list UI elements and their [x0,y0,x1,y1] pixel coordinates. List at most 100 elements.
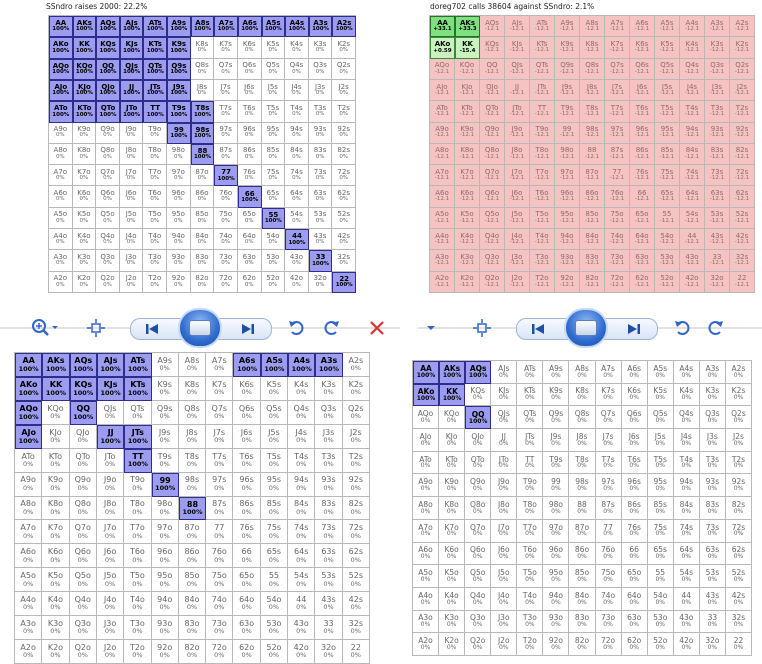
hand-cell-97s[interactable]: 97s -12.1 [605,122,630,144]
hand-cell-76o[interactable]: 76o 0% [206,544,234,569]
hand-cell-jj[interactable]: JJ 100% [96,424,125,449]
hand-cell-97s[interactable]: 97s 0% [206,472,234,497]
hand-cell-82s[interactable]: 82s 0% [332,143,356,166]
hand-cell-ako[interactable]: AKo 100% [49,37,73,59]
hand-cell-ajs[interactable]: AJs -12.1 [505,16,530,38]
hand-cell-72o[interactable]: 72o -12.1 [605,271,630,293]
hand-cell-75s[interactable]: 75s 0% [261,165,286,187]
hand-cell-j9o[interactable]: J9o 0% [491,474,518,498]
hand-cell-k9o[interactable]: K9o 0% [72,122,97,144]
hand-cell-t6s[interactable]: T6s 0% [621,451,648,475]
hand-cell-97o[interactable]: 97o 0% [543,519,570,543]
hand-cell-j7s[interactable]: J7s -12.1 [605,79,630,102]
hand-cell-q7s[interactable]: Q7s 0% [206,400,234,425]
hand-cell-t7s[interactable]: T7s -12.1 [605,101,630,123]
hand-cell-65o[interactable]: 65o -12.1 [630,207,655,230]
hand-cell-q7o[interactable]: Q7o 0% [69,520,97,545]
hand-cell-87o[interactable]: 87o 0% [190,165,215,187]
hand-cell-a3o[interactable]: A3o 0% [49,250,73,272]
hand-cell-q7s[interactable]: Q7s -12.1 [605,58,630,80]
hand-cell-a4o[interactable]: A4o 0% [15,592,43,617]
hand-cell-t3o[interactable]: T3o 0% [517,610,544,634]
hand-cell-42o[interactable]: 42o 0% [288,640,316,664]
hand-cell-a4o[interactable]: A4o 0% [413,587,440,611]
hand-cell-76s[interactable]: 76s -12.1 [630,165,655,187]
hand-cell-75s[interactable]: 75s -12.1 [655,165,680,187]
rotate-left-button[interactable] [672,316,694,340]
hand-cell-q8o[interactable]: Q8o -12.1 [480,143,505,166]
hand-cell-t3o[interactable]: T3o 0% [143,250,168,272]
hand-cell-97o[interactable]: 97o -12.1 [555,165,580,187]
hand-cell-k6s[interactable]: K6s -12.1 [630,37,655,59]
hand-cell-a7o[interactable]: A7o 0% [413,519,440,543]
hand-cell-95o[interactable]: 95o 0% [167,207,191,230]
hand-cell-94s[interactable]: 94s -12.1 [680,122,705,144]
hand-cell-72s[interactable]: 72s 0% [332,165,356,187]
hand-cell-k9o[interactable]: K9o 0% [439,474,466,498]
hand-cell-q8s[interactable]: Q8s 0% [178,400,207,425]
hand-cell-33[interactable]: 33 0% [315,616,343,641]
hand-cell-ats[interactable]: ATs -12.1 [530,16,555,38]
hand-cell-qjo[interactable]: QJo 0% [465,429,492,452]
hand-cell-96s[interactable]: 96s 0% [237,122,262,144]
hand-cell-j9o[interactable]: J9o 0% [96,472,125,497]
hand-cell-k4o[interactable]: K4o 0% [439,587,466,611]
hand-cell-87s[interactable]: 87s 0% [214,143,238,166]
hand-cell-q3o[interactable]: Q3o -12.1 [480,250,505,272]
hand-cell-j7o[interactable]: J7o 0% [491,519,518,543]
hand-cell-jts[interactable]: JTs 100% [124,424,152,449]
hand-cell-j7s[interactable]: J7s 0% [214,79,238,102]
hand-cell-96o[interactable]: 96o -12.1 [555,186,580,208]
hand-cell-k5s[interactable]: K5s 0% [260,376,289,401]
hand-cell-j6s[interactable]: J6s -12.1 [630,79,655,102]
hand-cell-63s[interactable]: 63s 0% [308,186,333,208]
hand-cell-k8s[interactable]: K8s -12.1 [580,37,605,59]
hand-cell-qjo[interactable]: QJo 100% [96,79,120,102]
hand-cell-93o[interactable]: 93o 0% [543,610,570,634]
hand-cell-96s[interactable]: 96s 0% [233,472,261,497]
hand-cell-k2o[interactable]: K2o 0% [72,271,97,293]
hand-cell-t2s[interactable]: T2s 0% [725,451,752,475]
hand-cell-72o[interactable]: 72o 0% [595,633,622,656]
hand-cell-a9o[interactable]: A9o -12.1 [430,122,455,144]
hand-cell-q2o[interactable]: Q2o 0% [69,640,97,664]
hand-cell-qjs[interactable]: QJs 0% [96,400,125,425]
hand-cell-33[interactable]: 33 100% [308,250,333,272]
hand-cell-73s[interactable]: 73s -12.1 [705,165,730,187]
hand-cell-a8s[interactable]: A8s 0% [178,353,207,377]
hand-cell-a9o[interactable]: A9o 0% [49,122,73,144]
hand-cell-t2o[interactable]: T2o -12.1 [530,271,555,293]
hand-cell-a9s[interactable]: A9s -12.1 [555,16,580,38]
hand-cell-t6s[interactable]: T6s 0% [233,448,261,473]
hand-cell-k8s[interactable]: K8s 0% [190,37,215,59]
hand-cell-j8s[interactable]: J8s 0% [178,424,207,449]
hand-cell-jto[interactable]: JTo 0% [491,451,518,475]
hand-cell-a5s[interactable]: A5s -12.1 [655,16,680,38]
hand-cell-63o[interactable]: 63o 0% [233,616,261,641]
hand-cell-a9s[interactable]: A9s 0% [151,353,179,377]
hand-cell-a7s[interactable]: A7s 0% [595,361,622,384]
hand-cell-53s[interactable]: 53s -12.1 [705,207,730,230]
hand-cell-t7s[interactable]: T7s 0% [206,448,234,473]
hand-cell-j3s[interactable]: J3s 0% [699,429,726,452]
hand-cell-j4s[interactable]: J4s 0% [288,424,316,449]
hand-cell-a5o[interactable]: A5o -12.1 [430,207,455,230]
slideshow-button[interactable] [564,308,608,348]
hand-cell-77[interactable]: 77 0% [206,520,234,545]
hand-cell-a8s[interactable]: A8s 0% [569,361,596,384]
hand-cell-98o[interactable]: 98o 0% [151,496,179,521]
hand-cell-k2o[interactable]: K2o 0% [439,633,466,656]
hand-cell-42s[interactable]: 42s -12.1 [730,229,755,251]
hand-cell-82s[interactable]: 82s -12.1 [730,143,755,166]
hand-cell-t9o[interactable]: T9o -12.1 [530,122,555,144]
hand-cell-j5o[interactable]: J5o 0% [96,568,125,593]
hand-cell-72o[interactable]: 72o 0% [214,271,238,293]
hand-cell-94s[interactable]: 94s 0% [673,474,700,498]
hand-cell-a2o[interactable]: A2o 0% [15,640,43,664]
hand-cell-53s[interactable]: 53s 0% [699,565,726,588]
hand-cell-j4o[interactable]: J4o -12.1 [505,229,530,251]
hand-cell-84s[interactable]: 84s -12.1 [680,143,705,166]
hand-cell-j8s[interactable]: J8s 0% [569,429,596,452]
hand-cell-q4o[interactable]: Q4o 0% [96,229,120,251]
hand-cell-a8o[interactable]: A8o 0% [413,497,440,520]
